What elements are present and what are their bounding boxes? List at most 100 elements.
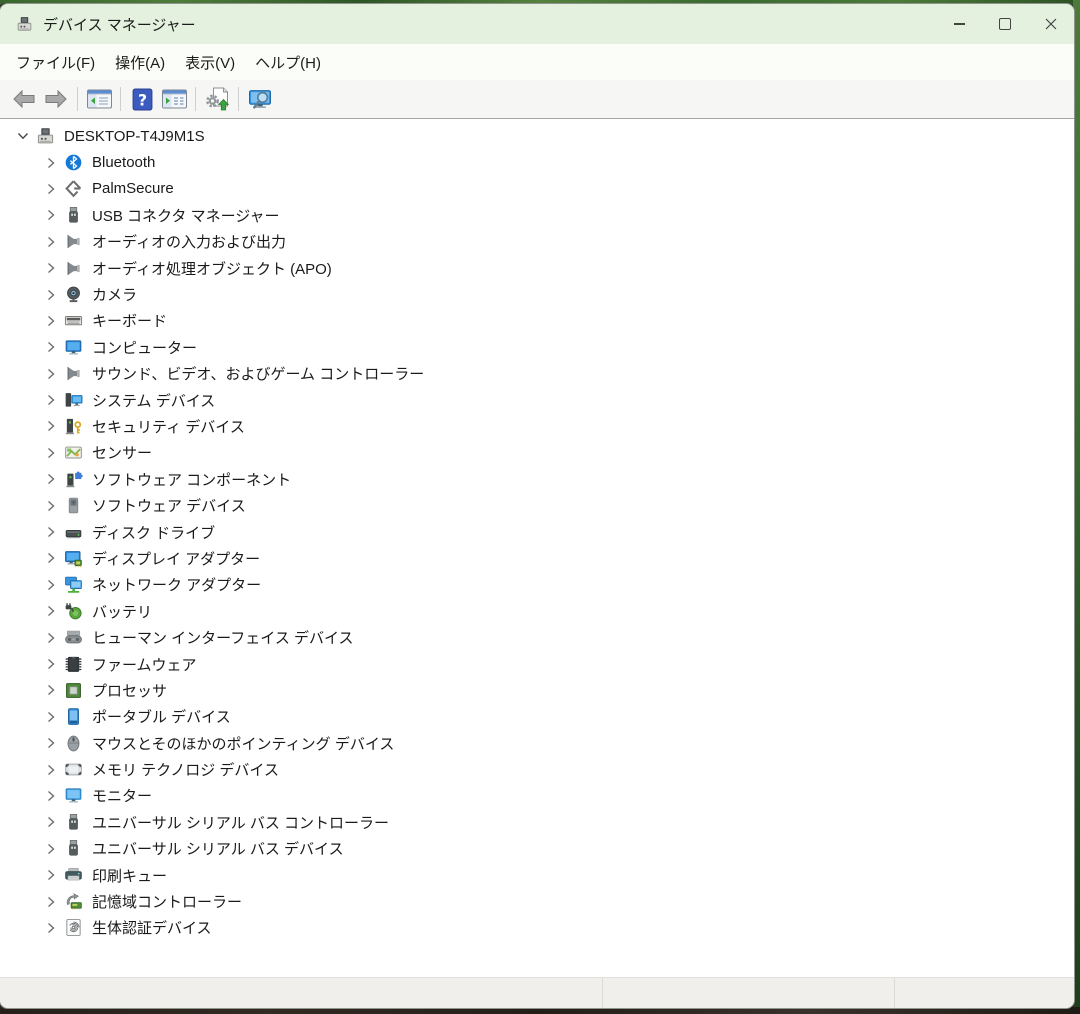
device-manager-window: デバイス マネージャー ファイル(F) 操作(A) 表示(V) ヘルプ(H) bbox=[0, 4, 1074, 1008]
maximize-button[interactable] bbox=[982, 4, 1028, 44]
tree-item[interactable]: USB コネクタ マネージャー bbox=[0, 202, 1074, 228]
help-icon: ? bbox=[132, 88, 153, 111]
firmware-icon bbox=[64, 655, 83, 674]
back-button[interactable] bbox=[8, 84, 40, 114]
biometric-icon bbox=[64, 918, 83, 937]
tree-item[interactable]: ソフトウェア コンポーネント bbox=[0, 466, 1074, 492]
status-pane bbox=[0, 978, 602, 1008]
hid-icon bbox=[64, 628, 83, 647]
tree-item[interactable]: キーボード bbox=[0, 308, 1074, 334]
chevron-right-icon[interactable] bbox=[40, 234, 62, 250]
chevron-right-icon[interactable] bbox=[40, 814, 62, 830]
storage-controller-icon bbox=[64, 892, 83, 911]
tree-item[interactable]: モニター bbox=[0, 783, 1074, 809]
menu-action[interactable]: 操作(A) bbox=[105, 47, 175, 78]
search-devices-button[interactable] bbox=[244, 84, 276, 114]
tree-item[interactable]: 生体認証デバイス bbox=[0, 915, 1074, 941]
chevron-right-icon[interactable] bbox=[40, 260, 62, 276]
chevron-right-icon[interactable] bbox=[40, 630, 62, 646]
tree-item[interactable]: 印刷キュー bbox=[0, 862, 1074, 888]
menu-view[interactable]: 表示(V) bbox=[175, 47, 245, 78]
chevron-right-icon[interactable] bbox=[40, 418, 62, 434]
chevron-right-icon[interactable] bbox=[40, 498, 62, 514]
titlebar[interactable]: デバイス マネージャー bbox=[0, 4, 1074, 44]
menu-help[interactable]: ヘルプ(H) bbox=[245, 47, 331, 78]
tree-item[interactable]: システム デバイス bbox=[0, 387, 1074, 413]
chevron-right-icon[interactable] bbox=[40, 366, 62, 382]
show-console-tree-button[interactable] bbox=[83, 84, 115, 114]
chevron-right-icon[interactable] bbox=[40, 656, 62, 672]
chevron-right-icon[interactable] bbox=[40, 471, 62, 487]
chevron-right-icon[interactable] bbox=[40, 682, 62, 698]
tree-item[interactable]: オーディオ処理オブジェクト (APO) bbox=[0, 255, 1074, 281]
chevron-right-icon[interactable] bbox=[40, 207, 62, 223]
chevron-right-icon[interactable] bbox=[40, 524, 62, 540]
chevron-right-icon[interactable] bbox=[40, 550, 62, 566]
chevron-right-icon[interactable] bbox=[40, 445, 62, 461]
usb-connector-icon bbox=[64, 839, 83, 858]
chevron-right-icon[interactable] bbox=[40, 709, 62, 725]
chevron-right-icon[interactable] bbox=[40, 867, 62, 883]
chevron-right-icon[interactable] bbox=[40, 155, 62, 171]
tree-item[interactable]: 記憶域コントローラー bbox=[0, 888, 1074, 914]
window-title: デバイス マネージャー bbox=[43, 14, 196, 35]
device-tree[interactable]: DESKTOP-T4J9M1S Bluetooth PalmSecure USB… bbox=[0, 118, 1074, 977]
speaker-icon bbox=[64, 364, 83, 383]
tree-item[interactable]: プロセッサ bbox=[0, 677, 1074, 703]
tree-item[interactable]: ユニバーサル シリアル バス デバイス bbox=[0, 836, 1074, 862]
processor-icon bbox=[64, 681, 83, 700]
tree-item[interactable]: センサー bbox=[0, 440, 1074, 466]
chevron-right-icon[interactable] bbox=[40, 841, 62, 857]
tree-item[interactable]: オーディオの入力および出力 bbox=[0, 229, 1074, 255]
tree-item[interactable]: メモリ テクノロジ デバイス bbox=[0, 756, 1074, 782]
chevron-right-icon[interactable] bbox=[40, 577, 62, 593]
chevron-right-icon[interactable] bbox=[40, 762, 62, 778]
forward-button[interactable] bbox=[40, 84, 72, 114]
tree-item[interactable]: バッテリ bbox=[0, 598, 1074, 624]
chevron-right-icon[interactable] bbox=[40, 181, 62, 197]
chevron-right-icon[interactable] bbox=[40, 735, 62, 751]
scan-hardware-changes-button[interactable] bbox=[201, 84, 233, 114]
chevron-right-icon[interactable] bbox=[40, 287, 62, 303]
menu-file[interactable]: ファイル(F) bbox=[6, 47, 105, 78]
chevron-right-icon[interactable] bbox=[40, 392, 62, 408]
help-button[interactable]: ? bbox=[126, 84, 158, 114]
tree-item[interactable]: ソフトウェア デバイス bbox=[0, 492, 1074, 518]
tree-item[interactable]: ディスプレイ アダプター bbox=[0, 545, 1074, 571]
speaker-icon bbox=[64, 232, 83, 251]
chevron-right-icon[interactable] bbox=[40, 920, 62, 936]
tree-item[interactable]: Bluetooth bbox=[0, 149, 1074, 175]
tree-item[interactable]: マウスとそのほかのポインティング デバイス bbox=[0, 730, 1074, 756]
close-button[interactable] bbox=[1028, 4, 1074, 44]
tree-item[interactable]: ファームウェア bbox=[0, 651, 1074, 677]
chevron-right-icon[interactable] bbox=[40, 313, 62, 329]
toolbar-separator bbox=[195, 87, 196, 111]
toolbar-separator bbox=[120, 87, 121, 111]
tree-item[interactable]: カメラ bbox=[0, 281, 1074, 307]
tree-item[interactable]: サウンド、ビデオ、およびゲーム コントローラー bbox=[0, 361, 1074, 387]
chevron-right-icon[interactable] bbox=[40, 894, 62, 910]
usb-connector-icon bbox=[64, 813, 83, 832]
minimize-button[interactable] bbox=[936, 4, 982, 44]
tree-item[interactable]: ポータブル デバイス bbox=[0, 704, 1074, 730]
chevron-down-icon[interactable] bbox=[12, 128, 34, 144]
tree-item[interactable]: DESKTOP-T4J9M1S bbox=[0, 123, 1074, 149]
tree-item[interactable]: ヒューマン インターフェイス デバイス bbox=[0, 624, 1074, 650]
chevron-right-icon[interactable] bbox=[40, 603, 62, 619]
chevron-right-icon[interactable] bbox=[40, 788, 62, 804]
software-component-icon bbox=[64, 470, 83, 489]
tree-item[interactable]: ネットワーク アダプター bbox=[0, 572, 1074, 598]
caption-buttons bbox=[936, 4, 1074, 44]
tree-item[interactable]: コンピューター bbox=[0, 334, 1074, 360]
back-arrow-icon bbox=[11, 89, 37, 109]
tree-item[interactable]: ユニバーサル シリアル バス コントローラー bbox=[0, 809, 1074, 835]
tree-item[interactable]: ディスク ドライブ bbox=[0, 519, 1074, 545]
status-pane bbox=[602, 978, 894, 1008]
computer-search-icon bbox=[247, 88, 273, 110]
properties-button[interactable] bbox=[158, 84, 190, 114]
chevron-right-icon[interactable] bbox=[40, 339, 62, 355]
tree-item[interactable]: セキュリティ デバイス bbox=[0, 413, 1074, 439]
tree-item[interactable]: PalmSecure bbox=[0, 176, 1074, 202]
desktop-wallpaper-bottom bbox=[0, 1007, 1080, 1014]
palmsecure-icon bbox=[64, 179, 83, 198]
